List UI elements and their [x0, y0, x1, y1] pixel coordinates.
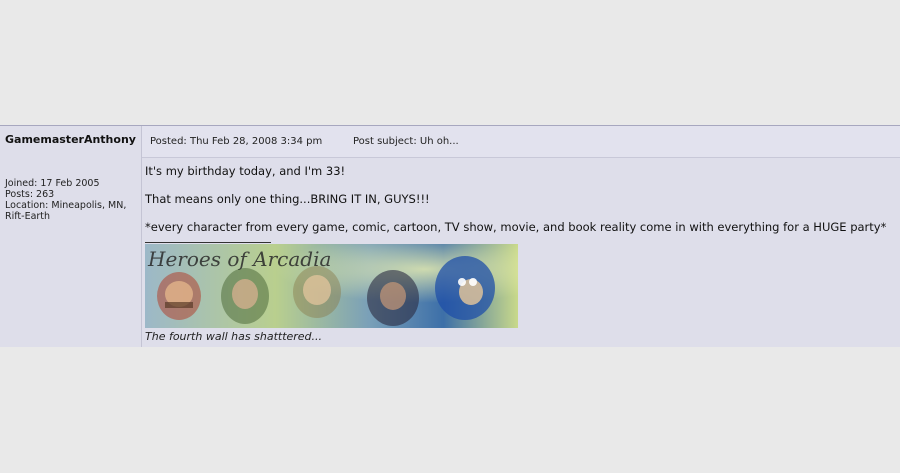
author-panel: GamemasterAnthony Joined: 17 Feb 2005 Po… — [0, 126, 142, 347]
signature-banner-image: Heroes of Arcadia — [145, 244, 518, 328]
post-subject: Post subject: Uh oh... — [353, 136, 459, 147]
forum-post: GamemasterAnthony Joined: 17 Feb 2005 Po… — [0, 125, 900, 347]
author-details: Joined: 17 Feb 2005 Posts: 263 Location:… — [5, 178, 139, 222]
post-line-2: That means only one thing...BRING IT IN,… — [145, 192, 430, 206]
post-line-1: It's my birthday today, and I'm 33! — [145, 164, 346, 178]
signature-caption: The fourth wall has shatttered... — [145, 330, 323, 343]
author-posts: Posts: 263 — [5, 189, 55, 200]
banner-title-text: Heroes of Arcadia — [147, 247, 331, 271]
post-body: It's my birthday today, and I'm 33! That… — [145, 164, 895, 248]
author-joined: Joined: 17 Feb 2005 — [5, 178, 100, 189]
author-name[interactable]: GamemasterAnthony — [5, 133, 136, 146]
post-header: Posted: Thu Feb 28, 2008 3:34 pm Post su… — [142, 126, 900, 158]
signature-divider — [145, 242, 271, 243]
post-date: Posted: Thu Feb 28, 2008 3:34 pm — [150, 136, 323, 147]
author-location: Location: Mineapolis, MN, Rift-Earth — [5, 200, 127, 222]
post-line-3: *every character from every game, comic,… — [145, 220, 887, 234]
